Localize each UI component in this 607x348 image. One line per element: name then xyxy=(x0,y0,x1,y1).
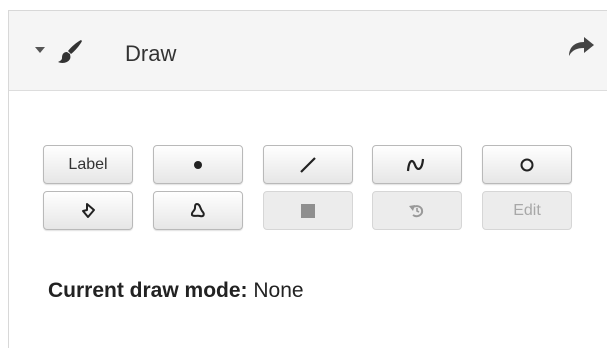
label-button[interactable]: Label xyxy=(43,145,133,184)
undo-icon xyxy=(409,204,424,217)
share-arrow-icon[interactable] xyxy=(567,36,595,58)
draw-mode-value: None xyxy=(253,279,304,302)
point-tool-button[interactable] xyxy=(153,145,243,184)
stop-button[interactable] xyxy=(263,191,353,230)
line-tool-button[interactable] xyxy=(263,145,353,184)
caret-down-icon[interactable] xyxy=(35,47,45,53)
circle-icon xyxy=(520,158,534,171)
edit-button-text: Edit xyxy=(513,201,541,219)
polygon-tool-button[interactable] xyxy=(43,191,133,230)
draw-panel: Draw Label Edit Current draw mode: None xyxy=(8,10,607,348)
panel-header[interactable]: Draw xyxy=(9,11,607,91)
freeform-tool-button[interactable] xyxy=(153,191,243,230)
circle-tool-button[interactable] xyxy=(482,145,572,184)
undo-button[interactable] xyxy=(372,191,462,230)
freeform-shape-icon xyxy=(190,202,205,217)
draw-mode-status: Current draw mode: None xyxy=(48,279,304,303)
polygon-icon xyxy=(82,202,95,218)
panel-title: Draw xyxy=(125,41,177,66)
edit-button[interactable]: Edit xyxy=(482,191,572,230)
stop-square-icon xyxy=(301,203,315,218)
paint-brush-icon xyxy=(58,40,82,63)
point-icon xyxy=(194,160,202,169)
label-button-text: Label xyxy=(68,155,108,173)
curve-icon xyxy=(406,158,425,171)
line-icon xyxy=(300,156,316,173)
curve-tool-button[interactable] xyxy=(372,145,462,184)
draw-mode-label: Current draw mode: xyxy=(48,279,248,302)
